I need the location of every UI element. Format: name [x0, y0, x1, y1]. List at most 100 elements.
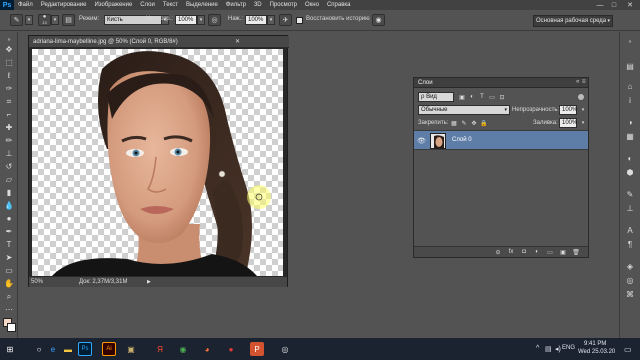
close-document-icon[interactable]: ✕	[235, 38, 240, 45]
search-icon[interactable]: ○	[32, 342, 46, 356]
status-menu-arrow-icon[interactable]: ▶	[147, 279, 151, 285]
pressure-opacity-toggle-icon[interactable]: ◎	[208, 14, 221, 26]
zoom-tool-icon[interactable]: ⌕	[3, 291, 15, 302]
menu-window[interactable]: Окно	[301, 2, 323, 8]
layer-filter-select[interactable]: ρ Вид	[418, 92, 454, 102]
pressure-caret[interactable]: ▾	[267, 15, 275, 25]
opacity-input[interactable]: 100%	[175, 15, 197, 25]
styles-panel-icon[interactable]: ⬢	[624, 166, 636, 178]
brush-preset-picker[interactable]: ● 13	[38, 14, 51, 26]
layer-opacity-input[interactable]: 100%	[559, 105, 577, 115]
menu-image[interactable]: Изображение	[90, 2, 136, 8]
info-panel-icon[interactable]: i	[624, 94, 636, 106]
photoshop-logo[interactable]: Ps	[0, 0, 14, 10]
firefox-icon[interactable]: ◕	[200, 342, 214, 356]
layer-name[interactable]: Слой 0	[452, 137, 472, 143]
layer-row[interactable]: 👁 Слой 0	[414, 130, 588, 150]
path-selection-tool-icon[interactable]: ➤	[3, 252, 15, 263]
menu-3d[interactable]: 3D	[250, 2, 266, 8]
filter-toggle-icon[interactable]	[578, 94, 584, 100]
paragraph-panel-icon[interactable]: ¶	[624, 238, 636, 250]
quick-selection-tool-icon[interactable]: ✑	[3, 83, 15, 94]
menu-file[interactable]: Файл	[14, 2, 37, 8]
network-icon[interactable]: ▤	[545, 345, 552, 353]
edge-icon[interactable]: e	[46, 342, 60, 356]
history-brush-tool-icon[interactable]: ↺	[3, 161, 15, 172]
shape-tool-icon[interactable]: ▭	[3, 265, 15, 276]
character-panel-icon[interactable]: A	[624, 224, 636, 236]
file-explorer-icon[interactable]: ▬	[61, 342, 75, 356]
language-indicator[interactable]: ENG	[562, 345, 575, 351]
pen-tool-icon[interactable]: ✒	[3, 226, 15, 237]
powerpoint-icon[interactable]: P	[250, 342, 264, 356]
opacity-caret[interactable]: ▾	[197, 15, 205, 25]
tray-up-arrow-icon[interactable]: ^	[536, 345, 539, 352]
blend-mode-select[interactable]: Обычные ▾	[418, 105, 510, 115]
menu-edit[interactable]: Редактирование	[37, 2, 91, 8]
zoom-level[interactable]: 50%	[31, 279, 43, 285]
eyedropper-tool-icon[interactable]: ⌐	[3, 109, 15, 120]
illustrator-icon[interactable]: Ai	[102, 342, 116, 356]
brush-panel-toggle-icon[interactable]: ▤	[62, 14, 75, 26]
filter-pixel-icon[interactable]: ▣	[458, 93, 466, 101]
chevron-down-icon[interactable]: ▾	[579, 119, 587, 127]
clock-date[interactable]: Wed 25.03.20	[578, 349, 615, 355]
visibility-eye-icon[interactable]: 👁	[417, 137, 426, 145]
tool-preset-caret[interactable]: ▾	[25, 15, 33, 25]
brush-tool-icon[interactable]: ✏	[3, 135, 15, 146]
menu-type[interactable]: Текст	[159, 2, 182, 8]
gradient-tool-icon[interactable]: ▮	[3, 187, 15, 198]
lasso-tool-icon[interactable]: ℓ	[3, 70, 15, 81]
document-tab[interactable]: adriana-lima-maybelline.jpg @ 50% (Слой …	[29, 36, 289, 48]
notifications-icon[interactable]: ▭	[624, 345, 632, 354]
type-tool-icon[interactable]: T	[3, 239, 15, 250]
lock-position-icon[interactable]: ✥	[470, 119, 478, 127]
adjustments-panel-icon[interactable]: ◐	[624, 152, 636, 164]
chrome-icon[interactable]: ◉	[176, 342, 190, 356]
history-panel-icon[interactable]: ▤	[624, 60, 636, 72]
minimize-button[interactable]: —	[594, 0, 606, 10]
menu-select[interactable]: Выделение	[182, 2, 222, 8]
channels-panel-icon[interactable]: ◎	[624, 274, 636, 286]
dodge-tool-icon[interactable]: ●	[3, 213, 15, 224]
lock-transparent-icon[interactable]: ▦	[450, 119, 458, 127]
properties-panel-icon[interactable]: ⌂	[624, 80, 636, 92]
lock-all-icon[interactable]: 🔒	[480, 119, 488, 127]
image-canvas[interactable]	[32, 49, 283, 276]
fill-input[interactable]: 100%	[559, 118, 577, 128]
folder-icon[interactable]: ▭	[546, 248, 554, 256]
panel-menu-icon[interactable]: ≡	[582, 79, 586, 85]
trash-icon[interactable]: 🗑	[572, 248, 580, 256]
more-tools-icon[interactable]: ⋯	[3, 304, 15, 315]
pressure-input[interactable]: 100%	[245, 15, 267, 25]
clock-time[interactable]: 9:41 PM	[584, 341, 606, 347]
clone-stamp-tool-icon[interactable]: ⊥	[3, 148, 15, 159]
menu-view[interactable]: Просмотр	[266, 2, 301, 8]
marquee-tool-icon[interactable]: ⬚	[3, 57, 15, 68]
clone-source-panel-icon[interactable]: ⊥	[624, 202, 636, 214]
crop-tool-icon[interactable]: ⌗	[3, 96, 15, 107]
menu-filter[interactable]: Фильтр	[222, 2, 250, 8]
panel-collapse-icon[interactable]: «	[576, 79, 579, 85]
windows-start-icon[interactable]: ⊞	[3, 342, 17, 356]
mask-icon[interactable]: ◘	[520, 248, 528, 256]
hand-tool-icon[interactable]: ✋	[3, 278, 15, 289]
blur-tool-icon[interactable]: 💧	[3, 200, 15, 211]
move-tool-icon[interactable]: ✥	[3, 44, 15, 55]
eraser-tool-icon[interactable]: ▱	[3, 174, 15, 185]
filter-type-icon[interactable]: T	[478, 93, 486, 101]
airbrush-icon[interactable]: ✈	[279, 14, 292, 26]
workspace-select[interactable]: Основная рабочая среда ▾	[533, 15, 613, 27]
link-icon[interactable]: ⊝	[494, 248, 502, 256]
dock-collapse-icon[interactable]: «	[624, 36, 636, 48]
lock-image-icon[interactable]: ✎	[460, 119, 468, 127]
color-panel-icon[interactable]: ◑	[624, 116, 636, 128]
store-icon[interactable]: ▣	[124, 342, 138, 356]
brushes-panel-icon[interactable]: ✎	[624, 188, 636, 200]
layers-panel-icon[interactable]: ◈	[624, 260, 636, 272]
brush-preset-caret[interactable]: ▾	[51, 15, 59, 25]
healing-brush-tool-icon[interactable]: ✚	[3, 122, 15, 133]
history-brush-tool-icon[interactable]: ✎	[10, 14, 23, 26]
layers-panel-header[interactable]: Слои « ≡	[414, 78, 588, 88]
paths-panel-icon[interactable]: ⌘	[624, 288, 636, 300]
